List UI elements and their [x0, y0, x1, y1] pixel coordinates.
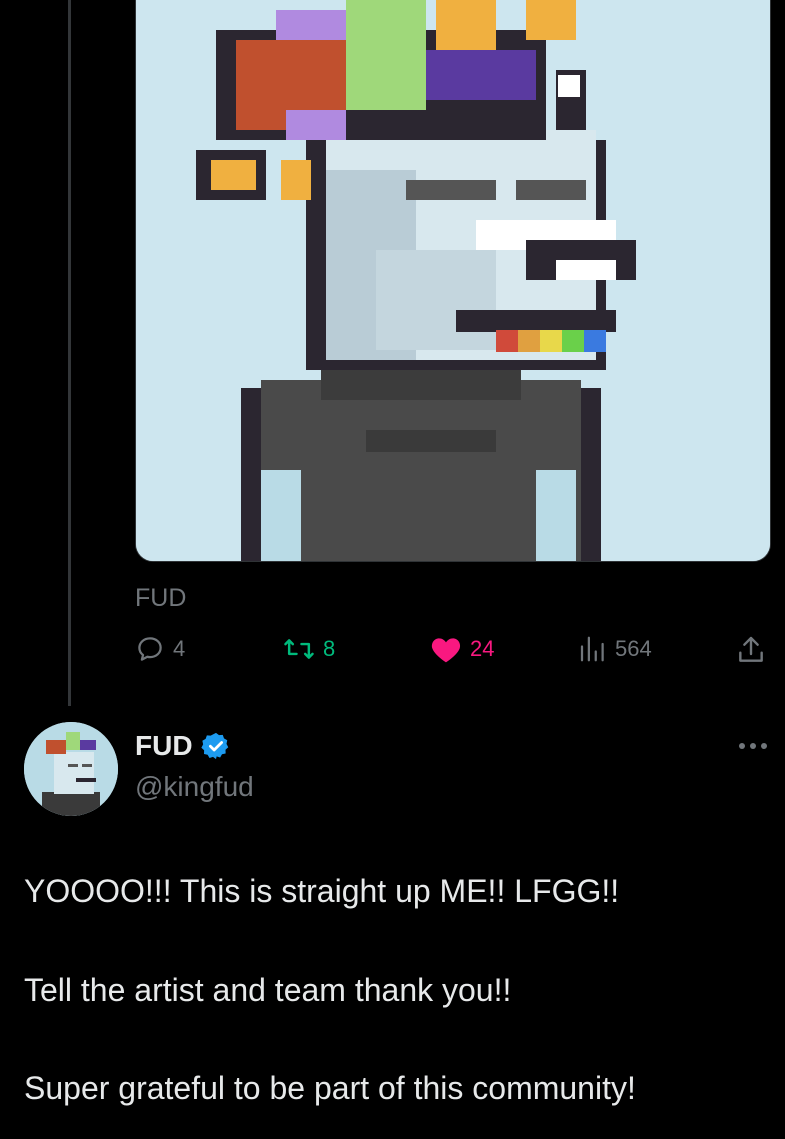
tweet-text-line: Super grateful to be part of this commun…: [24, 1070, 636, 1106]
share-button[interactable]: [735, 634, 767, 666]
share-icon: [739, 636, 763, 662]
quoted-post-actions: 4 8 24 564: [135, 634, 775, 674]
author-name-row[interactable]: FUD: [135, 730, 231, 762]
thread-line: [68, 0, 71, 706]
tweet-text-line: Tell the artist and team thank you!!: [24, 972, 512, 1008]
reply-button[interactable]: 4: [135, 634, 185, 664]
avatar-image: [24, 722, 118, 816]
author-handle[interactable]: @kingfud: [135, 771, 254, 803]
quoted-post-image[interactable]: [135, 0, 771, 562]
quoted-post-source-label: FUD: [135, 584, 187, 612]
reply-icon: [138, 637, 162, 661]
verified-icon: [200, 732, 228, 760]
like-count: 24: [470, 636, 495, 661]
views-button[interactable]: 564: [577, 634, 652, 664]
display-name[interactable]: FUD: [135, 730, 193, 762]
view-count: 564: [615, 636, 652, 661]
retweet-count: 8: [323, 636, 336, 661]
heart-icon: [431, 638, 461, 663]
more-options-button[interactable]: [735, 732, 771, 760]
retweet-icon: [284, 639, 314, 659]
pixel-art-avatar: [136, 0, 770, 561]
like-button[interactable]: 24: [430, 634, 494, 664]
retweet-button[interactable]: 8: [283, 634, 335, 664]
avatar[interactable]: [24, 722, 118, 816]
views-icon: [580, 636, 604, 662]
tweet-text-line: YOOOO!!! This is straight up ME!! LFGG!!: [24, 873, 620, 909]
more-icon: [739, 743, 767, 749]
reply-count: 4: [173, 636, 186, 661]
